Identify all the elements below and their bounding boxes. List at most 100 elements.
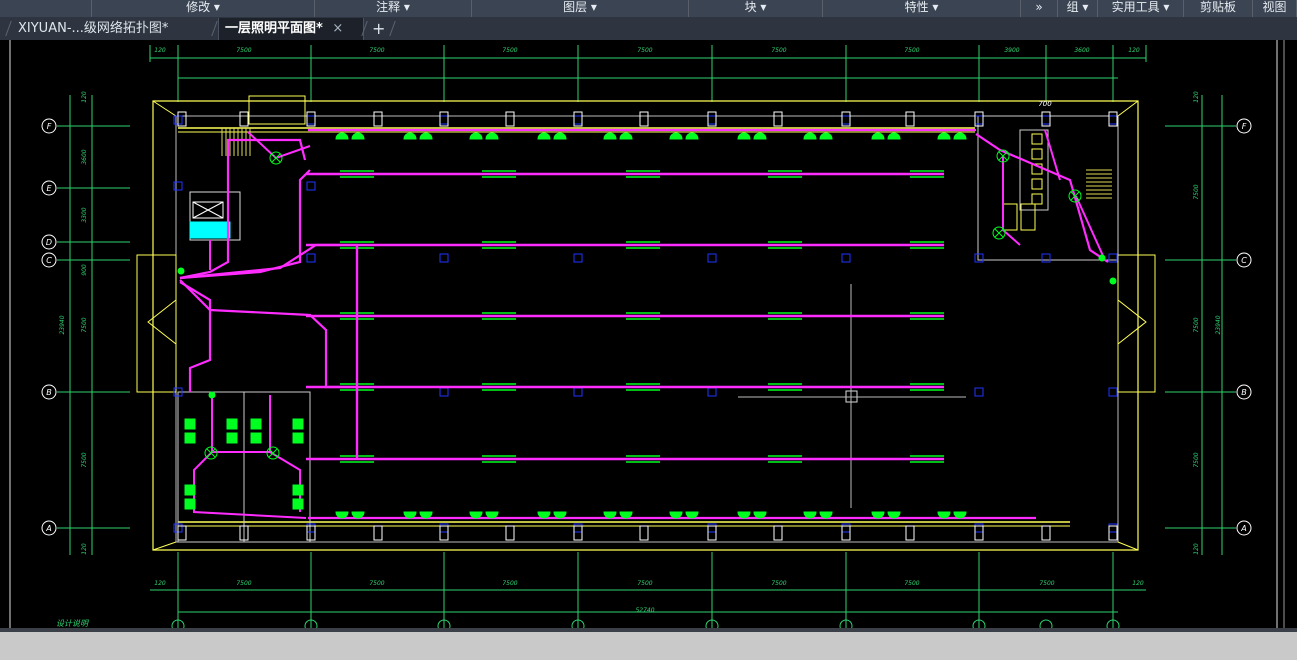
toilet-fixture <box>1031 148 1043 160</box>
left-dimension-text: 900 <box>81 264 88 276</box>
top-dimension-text: 7500 <box>236 47 251 54</box>
window-mullion <box>639 525 649 541</box>
tab-label: 一层照明平面图* <box>225 21 323 36</box>
bottom-dimension-text: 7500 <box>1039 580 1054 587</box>
structural-column <box>439 253 449 263</box>
restroom-fixture <box>292 498 304 510</box>
window-mullion <box>974 525 984 541</box>
structural-column <box>974 523 984 533</box>
structural-column <box>439 523 449 533</box>
axis-label: D <box>46 238 52 247</box>
window-mullion <box>505 111 515 127</box>
window-mullion <box>439 525 449 541</box>
feeder-run <box>179 138 307 280</box>
axis-label: C <box>46 256 52 265</box>
wall-light-fixture <box>669 132 683 140</box>
tab-close-icon[interactable]: × <box>332 21 343 36</box>
top-dimension-text: 7500 <box>771 47 786 54</box>
ribbon-panel-2[interactable]: 注释 ▾ <box>315 0 472 17</box>
tab-network-topology[interactable]: XIYUAN-...级网络拓扑图* <box>18 18 214 40</box>
axis-label: C <box>1241 256 1247 265</box>
window-mullion <box>1041 525 1051 541</box>
wall-light-fixture <box>469 132 483 140</box>
left-dimension-text: 120 <box>81 543 88 555</box>
restroom-fixture <box>184 484 196 496</box>
ribbon-panel-bar: 修改 ▾ 注释 ▾ 图层 ▾ 块 ▾ 特性 ▾» 组 ▾ 实用工具 ▾ 剪贴板 视图 <box>0 0 1297 18</box>
restroom-fixture <box>226 432 238 444</box>
restroom-fixture <box>184 432 196 444</box>
window-mullion <box>707 525 717 541</box>
structural-column <box>573 253 583 263</box>
bottom-dimension-text: 7500 <box>502 580 517 587</box>
wall-light-fixture <box>553 132 567 140</box>
stair-landing <box>248 95 306 125</box>
wall-light-fixture <box>737 132 751 140</box>
ribbon-panel-8[interactable]: 实用工具 ▾ <box>1098 0 1184 17</box>
left-dimension-text: 7500 <box>81 452 88 467</box>
structural-column <box>573 115 583 125</box>
wall-light-fixture <box>419 132 433 140</box>
tab-label: XIYUAN-...级网络拓扑图* <box>18 21 169 36</box>
switch-point <box>1109 277 1117 285</box>
structural-column <box>1041 115 1051 125</box>
structural-column <box>306 115 316 125</box>
wall-light-fixture <box>335 132 349 140</box>
wall-light-fixture <box>937 132 951 140</box>
axis-label: E <box>46 184 52 193</box>
ribbon-panel-10[interactable]: 视图 <box>1253 0 1297 17</box>
structural-column <box>306 181 316 191</box>
wall-light-fixture <box>887 132 901 140</box>
toilet-fixture <box>1031 193 1043 205</box>
left-dimension-text: 23940 <box>59 315 66 334</box>
window-mullion <box>905 525 915 541</box>
ribbon-panel-7[interactable]: 组 ▾ <box>1058 0 1098 17</box>
floor-plan-drawing[interactable]: 120 7500 7500 7500 7500 7500 7500 3900 3600 120 12… <box>0 40 1297 628</box>
ribbon-panel-4[interactable]: 块 ▾ <box>689 0 823 17</box>
tab-first-floor-lighting-plan[interactable]: 一层照明平面图* × <box>218 18 364 40</box>
feeder-run <box>179 279 357 389</box>
window-mullion <box>505 525 515 541</box>
structural-column <box>1108 253 1118 263</box>
top-dimension-text: 7500 <box>502 47 517 54</box>
top-dimension-text: 3900 <box>1004 47 1019 54</box>
bottom-dimension-text: 7500 <box>369 580 384 587</box>
window-mullion <box>373 111 383 127</box>
right-dimension-text: 7500 <box>1193 452 1200 467</box>
ribbon-panel-5[interactable]: 特性 ▾ <box>823 0 1021 17</box>
ribbon-panel-0[interactable] <box>0 0 92 17</box>
structural-column <box>573 523 583 533</box>
ribbon-panel-9[interactable]: 剪贴板 <box>1184 0 1253 17</box>
structural-column <box>1108 115 1118 125</box>
tab-separator <box>5 21 12 36</box>
restroom-fixture <box>292 432 304 444</box>
axis-label: B <box>1241 388 1247 397</box>
new-tab-button[interactable]: + <box>372 18 386 40</box>
drawing-canvas[interactable]: 120 7500 7500 7500 7500 7500 7500 3900 3600 120 12… <box>0 40 1297 628</box>
right-dimension-text: 7500 <box>1193 184 1200 199</box>
right-dimension-text: 7500 <box>1193 317 1200 332</box>
bottom-dimension-text: 120 <box>154 580 166 587</box>
window-mullion <box>373 525 383 541</box>
structural-column <box>707 523 717 533</box>
top-dimension-text: 3600 <box>1074 47 1089 54</box>
wall-light-fixture <box>685 132 699 140</box>
top-dimension-text: 7500 <box>637 47 652 54</box>
ribbon-panel-6[interactable]: » <box>1021 0 1058 17</box>
wall-light-fixture <box>953 132 967 140</box>
right-dimension-text: 120 <box>1193 91 1200 103</box>
wall-light-fixture <box>619 132 633 140</box>
window-mullion <box>905 111 915 127</box>
wall-light-fixture <box>603 132 617 140</box>
interior-wall <box>175 115 1119 543</box>
corner-note-text: 设计说明 <box>56 619 90 628</box>
window-mullion <box>1108 525 1118 541</box>
ribbon-panel-1[interactable]: 修改 ▾ <box>92 0 315 17</box>
ribbon-panel-3[interactable]: 图层 ▾ <box>472 0 689 17</box>
left-dimension-text: 7500 <box>81 317 88 332</box>
top-dimension-text: 7500 <box>369 47 384 54</box>
wall-light-fixture <box>485 132 499 140</box>
east-entrance <box>1117 254 1156 393</box>
structural-column <box>707 253 717 263</box>
toilet-stalls <box>1019 129 1049 211</box>
west-entrance <box>136 254 177 393</box>
